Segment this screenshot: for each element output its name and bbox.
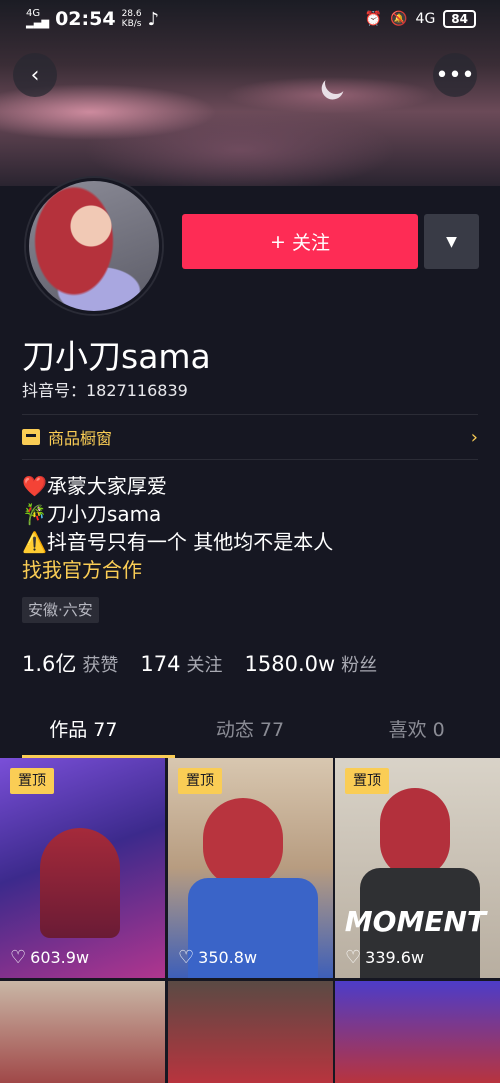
bio-line: ❤️承蒙大家厚爱 xyxy=(22,474,167,498)
video-likes: ♡ 350.8w xyxy=(178,947,257,968)
profile-name: 刀小刀sama xyxy=(22,337,211,376)
speed-value: 28.6 xyxy=(121,9,142,19)
alarm-icon: ⏰ xyxy=(364,11,383,27)
content-tabs: 作品 77 动态 77 喜欢 0 xyxy=(0,708,500,758)
shop-icon xyxy=(22,429,40,445)
chevron-left-icon: ‹ xyxy=(30,62,40,88)
plus-icon: + xyxy=(270,230,286,253)
shop-window-row[interactable]: 商品橱窗 › xyxy=(22,416,478,458)
divider xyxy=(22,459,478,460)
video-likes: ♡ 339.6w xyxy=(345,947,424,968)
network-speed: 28.6 KB/s xyxy=(122,9,142,29)
shop-label: 商品橱窗 xyxy=(48,429,113,448)
pinned-badge: 置顶 xyxy=(178,768,222,794)
likes-count: 1.6亿 xyxy=(22,652,77,676)
likes-value: 603.9w xyxy=(30,948,90,967)
speed-unit: KB/s xyxy=(121,19,142,29)
follow-label: 关注 xyxy=(291,232,330,254)
video-tile[interactable]: 置顶 ♡ 603.9w xyxy=(0,758,165,978)
likes-value: 339.6w xyxy=(365,948,425,967)
avatar[interactable] xyxy=(26,178,162,314)
followers-label[interactable]: 粉丝 xyxy=(341,651,377,677)
signal-icon: 4G ▂▄▆ xyxy=(26,8,50,29)
follow-button[interactable]: + 关注 xyxy=(182,214,418,269)
video-tile[interactable] xyxy=(335,981,500,1083)
heart-icon: ♡ xyxy=(345,947,362,968)
video-tile[interactable] xyxy=(0,981,165,1083)
douyin-id[interactable]: 抖音号：1827116839 xyxy=(22,377,188,401)
back-button[interactable]: ‹ xyxy=(13,53,57,97)
moment-overlay-text: MOMENT xyxy=(344,905,486,938)
likes-value: 350.8w xyxy=(198,948,258,967)
chevron-right-icon: › xyxy=(470,426,478,448)
likes-label: 获赞 xyxy=(82,655,119,676)
status-time: 02:54 xyxy=(55,8,116,30)
video-thumbnail-figure xyxy=(40,828,120,938)
video-thumbnail-figure xyxy=(203,798,283,888)
tab-moments[interactable]: 动态 77 xyxy=(167,708,334,758)
triangle-down-icon: ▼ xyxy=(446,233,457,250)
status-bar: 4G ▂▄▆ 02:54 28.6 KB/s ♪ ⏰ 🔕 4G 84 xyxy=(0,0,500,38)
mute-icon: 🔕 xyxy=(390,11,408,27)
bio: ❤️承蒙大家厚爱 🎋刀小刀sama ⚠️抖音号只有一个 其他均不是本人 找我官方… xyxy=(22,472,333,584)
moon-shape xyxy=(322,69,350,97)
followers-count[interactable]: 1580.0w xyxy=(245,652,336,676)
tab-likes[interactable]: 喜欢 0 xyxy=(333,708,500,758)
bio-line: ⚠️抖音号只有一个 其他均不是本人 xyxy=(22,530,334,554)
video-tile[interactable]: 置顶 ♡ 350.8w xyxy=(168,758,333,978)
tab-works[interactable]: 作品 77 xyxy=(0,708,175,758)
divider xyxy=(22,414,478,415)
more-horizontal-icon: ••• xyxy=(435,62,475,88)
video-thumbnail-figure xyxy=(380,788,450,878)
stats-row: 1.6亿 获赞 174 关注 1580.0w 粉丝 xyxy=(22,648,399,678)
video-tile[interactable] xyxy=(168,981,333,1083)
tiktok-icon: ♪ xyxy=(147,8,160,30)
video-likes: ♡ 603.9w xyxy=(10,947,89,968)
heart-icon: ♡ xyxy=(10,947,27,968)
battery-indicator: 84 xyxy=(443,10,476,28)
recommend-dropdown-button[interactable]: ▼ xyxy=(424,214,479,269)
pinned-badge: 置顶 xyxy=(345,768,389,794)
contact-link[interactable]: 找我官方合作 xyxy=(22,556,333,584)
following-count[interactable]: 174 xyxy=(140,652,180,676)
network-type: 4G xyxy=(415,11,436,27)
following-label[interactable]: 关注 xyxy=(187,651,223,677)
video-tile[interactable]: 置顶 MOMENT ♡ 339.6w xyxy=(335,758,500,978)
heart-icon: ♡ xyxy=(178,947,195,968)
pinned-badge: 置顶 xyxy=(10,768,54,794)
more-button[interactable]: ••• xyxy=(433,53,477,97)
bio-line: 🎋刀小刀sama xyxy=(22,502,162,526)
location-tag: 安徽·六安 xyxy=(22,597,99,623)
